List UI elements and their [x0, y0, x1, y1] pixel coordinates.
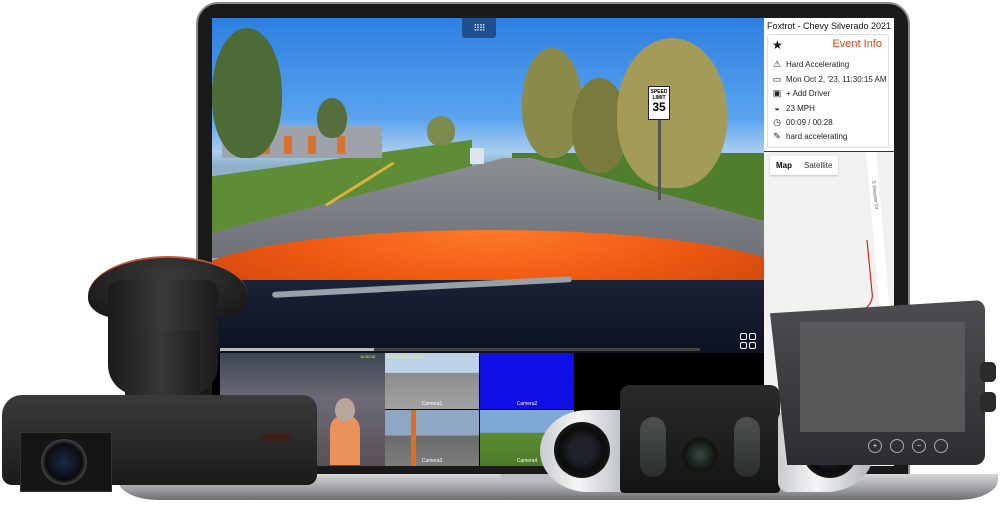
thumbnail-label: Camera1 — [421, 401, 443, 407]
tree — [617, 38, 727, 188]
warehouse-bay — [337, 136, 345, 154]
map-type-tabs: Map Satellite — [770, 156, 839, 175]
sign-post — [658, 120, 661, 200]
camera1-thumbnail[interactable]: 2023/10/02 11:30:15 Camera1 — [385, 353, 479, 409]
event-datetime-text: Mon Oct 2, '23, 11:30:15 AM — [786, 75, 887, 84]
duration-row: ◷ 00:09 / 00:28 — [772, 117, 833, 128]
vehicle-title: Foxtrot - Chevy Silverado 2021 — [767, 21, 892, 31]
star-icon[interactable]: ★ — [772, 38, 783, 52]
add-driver-link[interactable]: + Add Driver — [786, 89, 830, 98]
camera-lens-icon — [41, 439, 87, 485]
playback-progress-fill — [220, 348, 374, 351]
dashcam-inward-camera — [20, 432, 112, 492]
tab-satellite[interactable]: Satellite — [798, 156, 838, 175]
tree — [317, 98, 347, 138]
stopwatch-icon: ◷ — [773, 117, 781, 127]
camera-lens-icon — [682, 437, 718, 473]
pencil-icon: ✎ — [773, 131, 781, 141]
tree — [427, 116, 455, 146]
event-type-text: Hard Accelerating — [786, 60, 850, 69]
camera-lens-icon — [554, 422, 610, 478]
speed-limit-sign: SPEED LIMIT 35 — [648, 86, 670, 120]
center-camera-housing — [620, 385, 780, 493]
warning-icon: ⚠ — [772, 59, 782, 69]
sign-text-value: 35 — [652, 100, 666, 114]
led-array-right — [734, 417, 760, 477]
menu-icon[interactable] — [890, 439, 904, 453]
camera2-thumbnail[interactable]: Camera2 — [480, 353, 574, 409]
backup-monitor-screen — [800, 322, 965, 432]
ok-icon[interactable] — [934, 439, 948, 453]
driver-badge-icon: ▣ — [772, 88, 782, 98]
main-video-player[interactable]: SPEED LIMIT 35 ⠿⠿ — [212, 18, 764, 353]
calendar-icon: ▭ — [772, 74, 782, 84]
camera3-thumbnail[interactable]: Camera3 — [385, 410, 479, 466]
multi-view-expand-icon[interactable] — [740, 333, 756, 349]
speed-row: ◒ 23 MPH — [772, 103, 815, 113]
tree — [212, 28, 282, 158]
minus-icon[interactable]: − — [912, 439, 926, 453]
speed-text: 23 MPH — [786, 103, 815, 113]
sign-text-speed: SPEED — [650, 89, 668, 95]
grid-dots-icon: ⠿⠿ — [473, 22, 485, 33]
warehouse-bay — [284, 136, 292, 154]
event-info-card: ★ Event Info ⚠ Hard Accelerating ▭ Mon O… — [767, 34, 889, 148]
add-driver-row[interactable]: ▣ + Add Driver — [772, 88, 831, 99]
speedometer-icon: ◒ — [774, 103, 780, 113]
thumbnail-timestamp: 11:30:15 — [360, 354, 376, 359]
driver-head — [335, 398, 355, 422]
camera-grid-toggle-button[interactable]: ⠿⠿ — [462, 18, 496, 38]
event-datetime-row: ▭ Mon Oct 2, '23, 11:30:15 AM — [772, 74, 887, 85]
dashcam-indicator-light — [262, 433, 290, 441]
duration-text: 00:09 / 00:28 — [786, 118, 833, 127]
grid-square — [749, 333, 756, 340]
warehouse-bay — [308, 136, 316, 154]
led-array-left — [640, 417, 666, 477]
grid-square — [740, 342, 747, 349]
event-type-row: ⚠ Hard Accelerating — [772, 59, 849, 70]
thumbnail-label: Camera2 — [516, 401, 538, 407]
event-info-title: Event Info — [832, 38, 882, 50]
thumbnail-label: Camera3 — [421, 458, 443, 464]
truck-ahead — [470, 148, 484, 164]
tab-map[interactable]: Map — [770, 156, 798, 175]
grid-square — [740, 333, 747, 340]
thumbnail-timestamp: 2023/10/02 11:30:15 — [387, 354, 424, 359]
monitor-knob — [980, 362, 996, 382]
playback-progress-bar[interactable] — [220, 348, 700, 351]
plus-icon[interactable]: + — [868, 439, 882, 453]
grid-square — [749, 342, 756, 349]
monitor-buttons: + − — [868, 438, 958, 454]
monitor-knob — [980, 392, 996, 412]
driver-figure — [330, 415, 360, 465]
note-text[interactable]: hard accelerating — [786, 132, 847, 141]
note-row[interactable]: ✎ hard accelerating — [772, 131, 847, 142]
